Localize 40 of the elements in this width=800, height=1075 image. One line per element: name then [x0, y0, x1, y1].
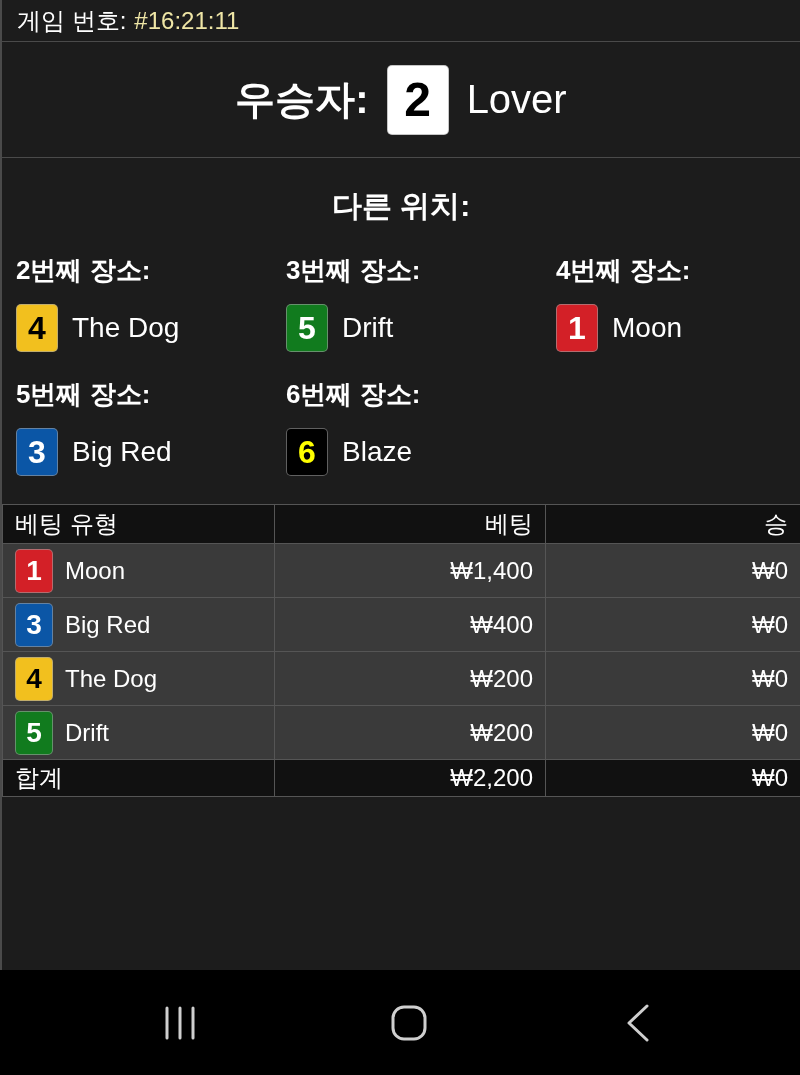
- back-icon[interactable]: [625, 1003, 650, 1042]
- runner-name: Moon: [65, 556, 126, 585]
- saddle-number: 3: [16, 428, 58, 476]
- winner-name: Lover: [466, 77, 567, 122]
- runner-name: Big Red: [65, 610, 151, 639]
- bet-amount: ₩200: [274, 651, 546, 706]
- place-label: 4번째 장소:: [556, 254, 691, 286]
- runner-name: The Dog: [65, 664, 158, 693]
- other-positions-title: 다른 위치:: [330, 188, 472, 224]
- game-number: #16:21:11: [134, 6, 240, 35]
- saddle-number: 5: [15, 710, 53, 755]
- game-number-label: 게임 번호:: [17, 5, 127, 36]
- saddle-number: 3: [15, 602, 53, 647]
- saddle-number: 6: [286, 428, 328, 476]
- column-header: 승: [545, 504, 800, 544]
- runner-name: Blaze: [342, 436, 413, 468]
- home-icon[interactable]: [390, 1004, 427, 1041]
- runner-name: Moon: [612, 312, 683, 344]
- place-label: 6번째 장소:: [286, 378, 421, 410]
- saddle-number: 1: [556, 304, 598, 352]
- place-label: 5번째 장소:: [16, 378, 151, 410]
- total-label: 합계: [2, 759, 275, 797]
- saddle-number: 1: [15, 548, 53, 593]
- winner-label: 우승자:: [235, 76, 369, 123]
- runner-name: The Dog: [72, 312, 180, 344]
- runner-name: Big Red: [72, 436, 172, 468]
- saddle-number: 2: [386, 64, 449, 135]
- runner-name: Drift: [65, 718, 109, 747]
- column-header: 베팅: [274, 504, 546, 544]
- bet-amount: ₩1,400: [274, 543, 546, 598]
- saddle-number: 5: [286, 304, 328, 352]
- saddle-number: 4: [16, 304, 58, 352]
- bet-amount: ₩400: [274, 597, 546, 652]
- runner-name: Drift: [342, 312, 394, 344]
- column-header: 베팅 유형: [2, 504, 275, 544]
- place-label: 2번째 장소:: [16, 254, 151, 286]
- bet-amount: ₩200: [274, 705, 546, 760]
- place-label: 3번째 장소:: [286, 254, 421, 286]
- total-bet: ₩2,200: [274, 759, 546, 797]
- saddle-number: 4: [15, 656, 53, 701]
